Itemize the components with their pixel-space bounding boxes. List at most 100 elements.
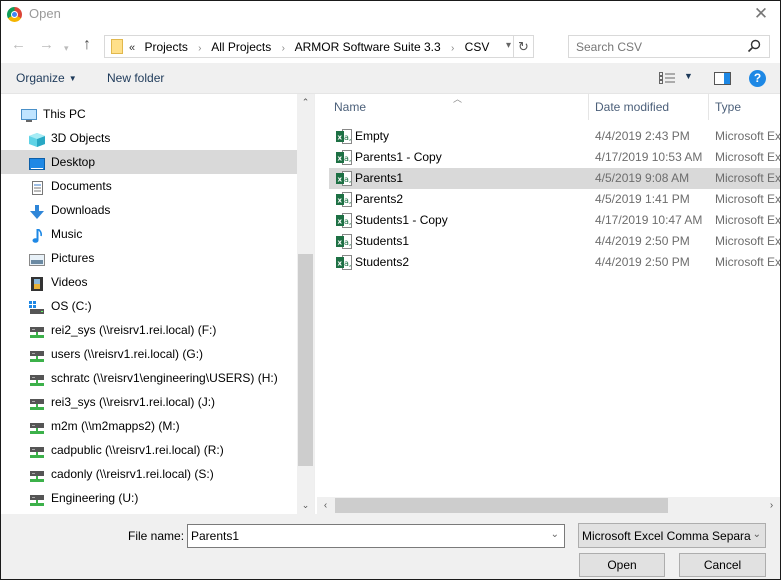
local-drive-icon: [29, 299, 45, 314]
organize-label: Organize: [16, 71, 65, 85]
file-row[interactable]: a,xParents14/5/2019 9:08 AMMicrosoft Exc…: [329, 168, 780, 189]
file-date-modified: 4/17/2019 10:53 AM: [595, 150, 703, 164]
svg-text:a,: a,: [344, 154, 351, 163]
file-type-select[interactable]: Microsoft Excel Comma Separa ⌄: [578, 523, 766, 548]
sidebar-item[interactable]: Music: [1, 222, 297, 246]
breadcrumb-separator-icon[interactable]: ›: [198, 43, 201, 54]
address-bar[interactable]: « Projects › All Projects › ARMOR Softwa…: [104, 35, 534, 58]
column-header-date-modified[interactable]: Date modified: [595, 100, 669, 114]
up-arrow-icon[interactable]: ↑: [83, 37, 91, 53]
sidebar-item[interactable]: Desktop: [1, 150, 297, 174]
refresh-button[interactable]: ↻: [513, 36, 533, 57]
back-arrow-icon[interactable]: ←: [11, 37, 26, 53]
file-type: Microsoft Excel Comma Separated Values F…: [715, 171, 780, 185]
sidebar-item[interactable]: Engineering (U:): [1, 486, 297, 510]
recent-locations-chevron-icon[interactable]: ▾: [64, 40, 69, 56]
new-folder-button[interactable]: New folder: [107, 71, 164, 85]
cancel-button[interactable]: Cancel: [679, 553, 766, 577]
file-row[interactable]: a,xParents24/5/2019 1:41 PMMicrosoft Exc…: [329, 189, 780, 210]
organize-button[interactable]: Organize ▼: [16, 71, 77, 85]
sidebar-item-label: m2m (\\m2mapps2) (M:): [51, 419, 180, 433]
file-name-input[interactable]: Parents1 ⌄: [187, 524, 565, 548]
sidebar-item[interactable]: This PC: [1, 102, 297, 126]
excel-csv-file-icon: a, x: [336, 192, 352, 207]
svg-text:x: x: [338, 260, 343, 268]
column-header-name[interactable]: Name: [334, 100, 366, 114]
help-icon[interactable]: ?: [749, 70, 766, 87]
search-icon[interactable]: [747, 39, 761, 53]
file-row[interactable]: a, x Students1 4/4/2019 2:50 PM Microsoft Ex…: [329, 231, 780, 252]
sidebar-item[interactable]: 3D Objects: [1, 126, 297, 150]
svg-text:x: x: [338, 155, 343, 163]
file-name-value: Parents1: [191, 529, 240, 543]
desktop-icon: [29, 155, 45, 170]
sidebar-item[interactable]: cadpublic (\\reisrv1.rei.local) (R:): [1, 438, 297, 462]
breadcrumb-separator-icon[interactable]: ›: [451, 43, 454, 54]
breadcrumb-item[interactable]: CSV: [465, 40, 490, 54]
excel-csv-file-icon: a, x: [336, 234, 352, 249]
svg-text:x: x: [338, 239, 343, 247]
file-name-dropdown-icon[interactable]: ⌄: [551, 529, 559, 540]
breadcrumb-separator-icon[interactable]: ›: [282, 43, 285, 54]
sidebar-item[interactable]: Downloads: [1, 198, 297, 222]
sidebar-item[interactable]: rei2_sys (\\reisrv1.rei.local) (F:): [1, 318, 297, 342]
sidebar-item[interactable]: cadonly (\\reisrv1.rei.local) (S:): [1, 462, 297, 486]
sidebar-item-label: Videos: [51, 275, 88, 289]
music-icon: [29, 227, 45, 243]
file-type: Microsoft Excel Comma Separated Values F…: [715, 150, 780, 164]
scrollbar-thumb[interactable]: [298, 254, 313, 466]
sidebar-item-label: users (\\reisrv1.rei.local) (G:): [51, 347, 204, 361]
file-type: Microsoft Excel Comma Separated Values F…: [715, 129, 780, 143]
sort-ascending-icon: ︿: [453, 94, 463, 104]
network-drive-icon: [29, 467, 45, 482]
search-input[interactable]: Search CSV: [568, 35, 770, 58]
file-row[interactable]: a,xEmpty4/4/2019 2:43 PMMicrosoft Excel …: [329, 126, 780, 147]
file-list-horizontal-scrollbar[interactable]: ‹ ›: [317, 497, 780, 514]
open-button[interactable]: Open: [579, 553, 665, 577]
sidebar-item[interactable]: users (\\reisrv1.rei.local) (G:): [1, 342, 297, 366]
sidebar-item[interactable]: Videos: [1, 270, 297, 294]
navigation-pane-scrollbar[interactable]: ⌃ ⌄: [297, 94, 314, 514]
file-type: Microsoft Excel Comma Separated Values F…: [715, 192, 780, 206]
breadcrumb-item[interactable]: Projects: [144, 40, 187, 54]
breadcrumb-overflow-button[interactable]: «: [129, 42, 135, 54]
sidebar-item[interactable]: Pictures: [1, 246, 297, 270]
chevron-down-icon: ⌄: [752, 529, 761, 540]
svg-text:a,: a,: [344, 259, 351, 268]
file-name: Students2: [355, 255, 410, 269]
file-type-value: Microsoft Excel Comma Separa: [582, 529, 751, 543]
column-divider[interactable]: [708, 94, 709, 120]
document-icon: [29, 179, 45, 195]
view-details-icon[interactable]: [659, 72, 675, 84]
scrollbar-thumb[interactable]: [335, 498, 668, 513]
sidebar-item-label: cadpublic (\\reisrv1.rei.local) (R:): [51, 443, 224, 457]
svg-text:x: x: [338, 176, 343, 184]
scroll-up-icon[interactable]: ⌃: [297, 94, 314, 111]
file-row[interactable]: a, x Students1 - Copy 4/17/2019 10:47 AM Mic…: [329, 210, 780, 231]
sidebar-item[interactable]: Documents: [1, 174, 297, 198]
breadcrumb-item[interactable]: All Projects: [211, 40, 271, 54]
svg-text:x: x: [338, 197, 343, 205]
close-button[interactable]: ✕: [752, 5, 770, 23]
file-date-modified: 4/4/2019 2:50 PM: [595, 234, 690, 248]
sidebar-item-label: Music: [51, 227, 83, 241]
scroll-right-icon[interactable]: ›: [763, 497, 780, 514]
sidebar-item[interactable]: schratc (\\reisrv1\engineering\USERS) (H…: [1, 366, 297, 390]
forward-arrow-icon[interactable]: →: [39, 37, 54, 53]
sidebar-item[interactable]: rei3_sys (\\reisrv1.rei.local) (J:): [1, 390, 297, 414]
file-row[interactable]: a, x Parents1 - Copy 4/17/2019 10:53 AM Micr…: [329, 147, 780, 168]
file-row[interactable]: a, x Students2 4/4/2019 2:50 PM Microsoft Ex…: [329, 252, 780, 273]
scroll-left-icon[interactable]: ‹: [317, 497, 334, 514]
view-options-chevron-icon[interactable]: ▼: [684, 71, 693, 81]
excel-csv-file-icon: a, x: [336, 171, 352, 186]
title-bar: Open ✕: [1, 1, 780, 29]
breadcrumb-item[interactable]: ARMOR Software Suite 3.3: [295, 40, 441, 54]
address-dropdown-icon[interactable]: ▾: [506, 40, 511, 51]
sidebar-item[interactable]: OS (C:): [1, 294, 297, 318]
column-header-type[interactable]: Type: [715, 100, 741, 114]
sidebar-item[interactable]: m2m (\\m2mapps2) (M:): [1, 414, 297, 438]
chevron-down-icon: ▼: [68, 74, 77, 83]
preview-pane-icon[interactable]: [714, 72, 731, 85]
scroll-down-icon[interactable]: ⌄: [297, 497, 314, 514]
column-divider[interactable]: [588, 94, 589, 120]
